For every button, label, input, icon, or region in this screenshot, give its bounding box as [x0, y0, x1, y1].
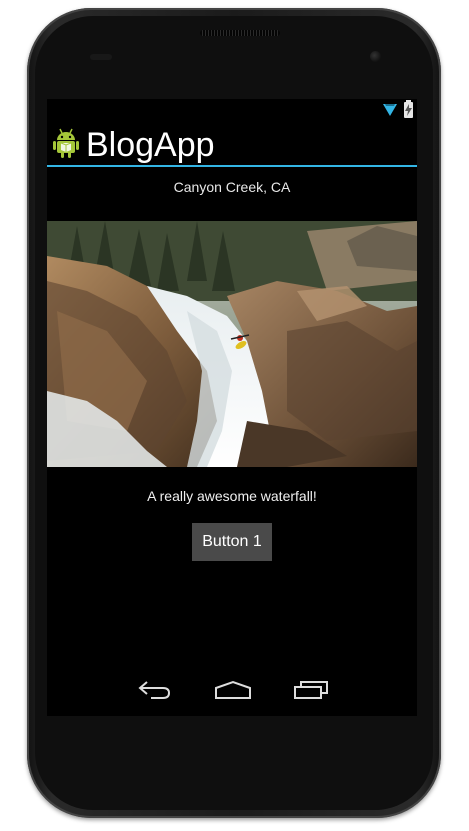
- status-bar: [47, 99, 417, 123]
- waterfall-photo: [47, 221, 417, 467]
- app-title: BlogApp: [86, 126, 215, 164]
- battery-charging-icon: [404, 100, 413, 118]
- button-1[interactable]: Button 1: [192, 523, 272, 561]
- android-robot-icon[interactable]: [52, 128, 80, 163]
- post-location: Canyon Creek, CA: [173, 179, 291, 195]
- front-camera: [370, 51, 381, 62]
- earpiece-speaker: [200, 30, 280, 36]
- proximity-sensor: [90, 54, 112, 60]
- wifi-icon: [383, 102, 397, 121]
- action-bar: BlogApp: [47, 123, 417, 167]
- post-caption: A really awesome waterfall!: [147, 488, 317, 504]
- home-icon[interactable]: [214, 680, 252, 705]
- back-icon[interactable]: [137, 680, 171, 705]
- device-screen: BlogApp Canyon Creek, CA A really awesom…: [47, 99, 417, 716]
- action-bar-divider: [47, 165, 417, 167]
- navigation-bar: [47, 668, 417, 716]
- recent-apps-icon[interactable]: [293, 680, 329, 705]
